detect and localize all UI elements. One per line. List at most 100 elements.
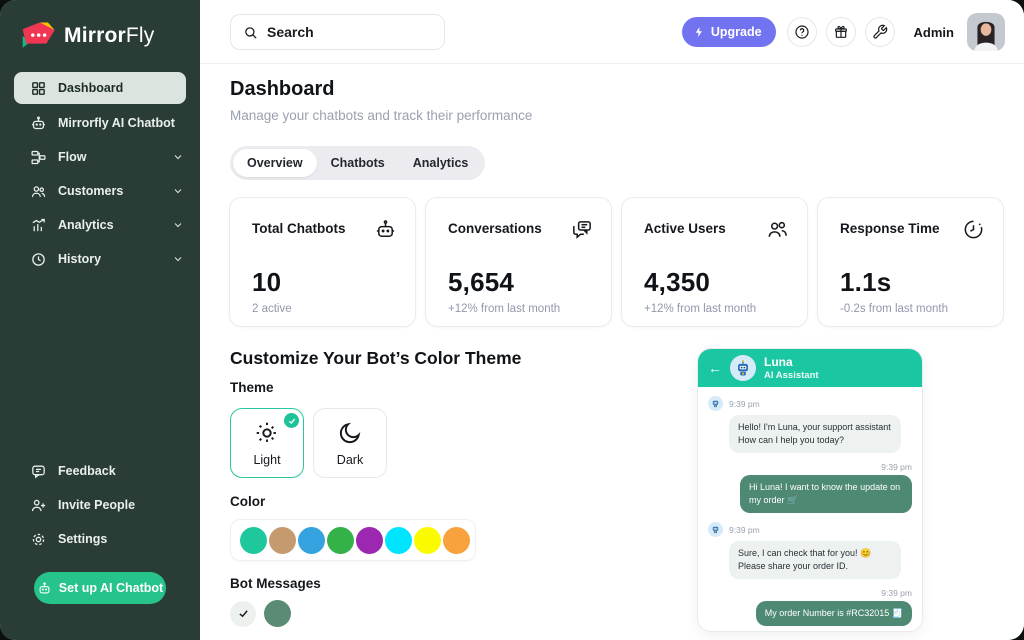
sidebar-nav: Dashboard Mirrorfly AI Chatbot Flow Cu	[0, 72, 200, 276]
color-swatch[interactable]	[327, 527, 354, 554]
moon-icon	[337, 420, 363, 446]
feedback-icon	[30, 463, 47, 480]
theme-option-dark[interactable]: Dark	[313, 408, 387, 478]
color-swatch[interactable]	[269, 527, 296, 554]
sidebar-item-ai-chatbot[interactable]: Mirrorfly AI Chatbot	[0, 106, 200, 140]
gift-button[interactable]	[826, 17, 856, 47]
stat-card-total-chatbots: Total Chatbots 10 2 active	[229, 197, 416, 327]
stat-value: 5,654	[448, 267, 593, 298]
sidebar-item-label: Invite People	[58, 498, 135, 512]
sidebar-item-label: History	[58, 252, 101, 266]
theme-selector: Light Dark	[230, 408, 387, 478]
sidebar-item-invite-people[interactable]: Invite People	[0, 488, 200, 522]
back-arrow-icon[interactable]: ←	[708, 361, 722, 375]
tab-overview[interactable]: Overview	[233, 149, 317, 177]
bolt-icon	[693, 26, 705, 38]
sidebar-item-history[interactable]: History	[0, 242, 200, 276]
help-icon	[794, 24, 810, 40]
bot-messages-label: Bot Messages	[230, 576, 321, 591]
message-time: 9:39 pm	[708, 588, 912, 598]
sun-icon	[254, 420, 280, 446]
users-icon	[766, 218, 789, 241]
wrench-icon	[872, 24, 888, 40]
sidebar-item-dashboard[interactable]: Dashboard	[14, 72, 186, 104]
mirrorfly-logo-icon	[18, 20, 56, 52]
sidebar-item-label: Dashboard	[58, 81, 123, 95]
stat-label: Response Time	[840, 218, 940, 236]
color-swatch[interactable]	[356, 527, 383, 554]
customers-icon	[30, 183, 47, 200]
sidebar-item-feedback[interactable]: Feedback	[0, 454, 200, 488]
stat-cards: Total Chatbots 10 2 active Conversations…	[229, 197, 1004, 327]
stat-subtext: 2 active	[252, 303, 397, 315]
user-avatar[interactable]	[967, 13, 1005, 51]
user-message-bubble: My order Number is #RC32015 🧾	[756, 601, 912, 626]
sidebar-item-flow[interactable]: Flow	[0, 140, 200, 174]
sidebar-item-analytics[interactable]: Analytics	[0, 208, 200, 242]
sidebar-item-label: Mirrorfly AI Chatbot	[58, 116, 175, 130]
sidebar-item-label: Flow	[58, 150, 86, 164]
check-icon	[238, 608, 249, 619]
customize-section-title: Customize Your Bot’s Color Theme	[230, 348, 521, 369]
color-swatch[interactable]	[240, 527, 267, 554]
chat-bubbles-icon	[570, 218, 593, 241]
color-swatch[interactable]	[443, 527, 470, 554]
bot-avatar-small	[708, 396, 723, 411]
chevron-down-icon	[172, 185, 184, 197]
search-box[interactable]	[230, 14, 445, 50]
help-button[interactable]	[787, 17, 817, 47]
check-toggle[interactable]	[230, 601, 256, 627]
clock-icon	[962, 218, 985, 241]
stat-label: Active Users	[644, 218, 726, 236]
upgrade-button[interactable]: Upgrade	[682, 17, 776, 47]
stat-card-conversations: Conversations 5,654 +12% from last month	[425, 197, 612, 327]
analytics-icon	[30, 217, 47, 234]
color-swatch[interactable]	[385, 527, 412, 554]
sidebar-item-settings[interactable]: Settings	[0, 522, 200, 556]
sidebar-footer-nav: Feedback Invite People Settings	[0, 454, 200, 556]
stat-card-active-users: Active Users 4,350 +12% from last month	[621, 197, 808, 327]
chat-header: ← Luna AI Assistant	[698, 349, 922, 387]
upgrade-label: Upgrade	[711, 25, 762, 39]
setup-ai-chatbot-button[interactable]: Set up AI Chatbot	[34, 572, 166, 604]
search-input[interactable]	[267, 24, 432, 40]
bot-message-color-swatch[interactable]	[264, 600, 291, 627]
message-time: 9:39 pm	[708, 462, 912, 472]
sidebar-item-label: Analytics	[58, 218, 114, 232]
bot-message-bubble: Sure, I can check that for you! 😊 Please…	[729, 541, 901, 579]
sidebar-item-label: Feedback	[58, 464, 116, 478]
message-time: 9:39 pm	[729, 399, 760, 409]
tab-analytics[interactable]: Analytics	[399, 149, 483, 177]
bot-message-meta: 9:39 pm	[708, 522, 912, 537]
robot-icon	[37, 581, 52, 596]
setup-button-label: Set up AI Chatbot	[59, 581, 163, 595]
stat-value: 4,350	[644, 267, 789, 298]
robot-icon	[374, 218, 397, 241]
bot-message-meta: 9:39 pm	[708, 396, 912, 411]
bot-message-bubble: Hello! I'm Luna, your support assistant …	[729, 415, 901, 453]
chevron-down-icon	[172, 253, 184, 265]
bot-avatar	[730, 355, 756, 381]
sidebar: MirrorFly Dashboard Mirrorfly AI Chatbot…	[0, 0, 200, 640]
chat-preview-widget: ← Luna AI Assistant 9:39 pm Hello! I'm L…	[697, 348, 923, 632]
sidebar-item-customers[interactable]: Customers	[0, 174, 200, 208]
page-subtitle: Manage your chatbots and track their per…	[230, 108, 532, 123]
theme-option-light[interactable]: Light	[230, 408, 304, 478]
chat-bot-role: AI Assistant	[764, 370, 819, 381]
tools-button[interactable]	[865, 17, 895, 47]
main-area: Upgrade Admin Dashboard Manage your c	[200, 0, 1024, 640]
stat-value: 1.1s	[840, 267, 985, 298]
chat-bot-name: Luna	[764, 355, 819, 370]
settings-gear-icon	[30, 531, 47, 548]
chevron-down-icon	[172, 151, 184, 163]
selected-check-icon	[284, 413, 299, 428]
color-swatch[interactable]	[298, 527, 325, 554]
message-time: 9:39 pm	[729, 525, 760, 535]
theme-label: Theme	[230, 380, 274, 395]
color-swatch[interactable]	[414, 527, 441, 554]
gift-icon	[833, 24, 849, 40]
stat-subtext: +12% from last month	[644, 303, 789, 315]
sidebar-item-label: Customers	[58, 184, 123, 198]
brand-name: MirrorFly	[64, 24, 154, 48]
tab-chatbots[interactable]: Chatbots	[317, 149, 399, 177]
